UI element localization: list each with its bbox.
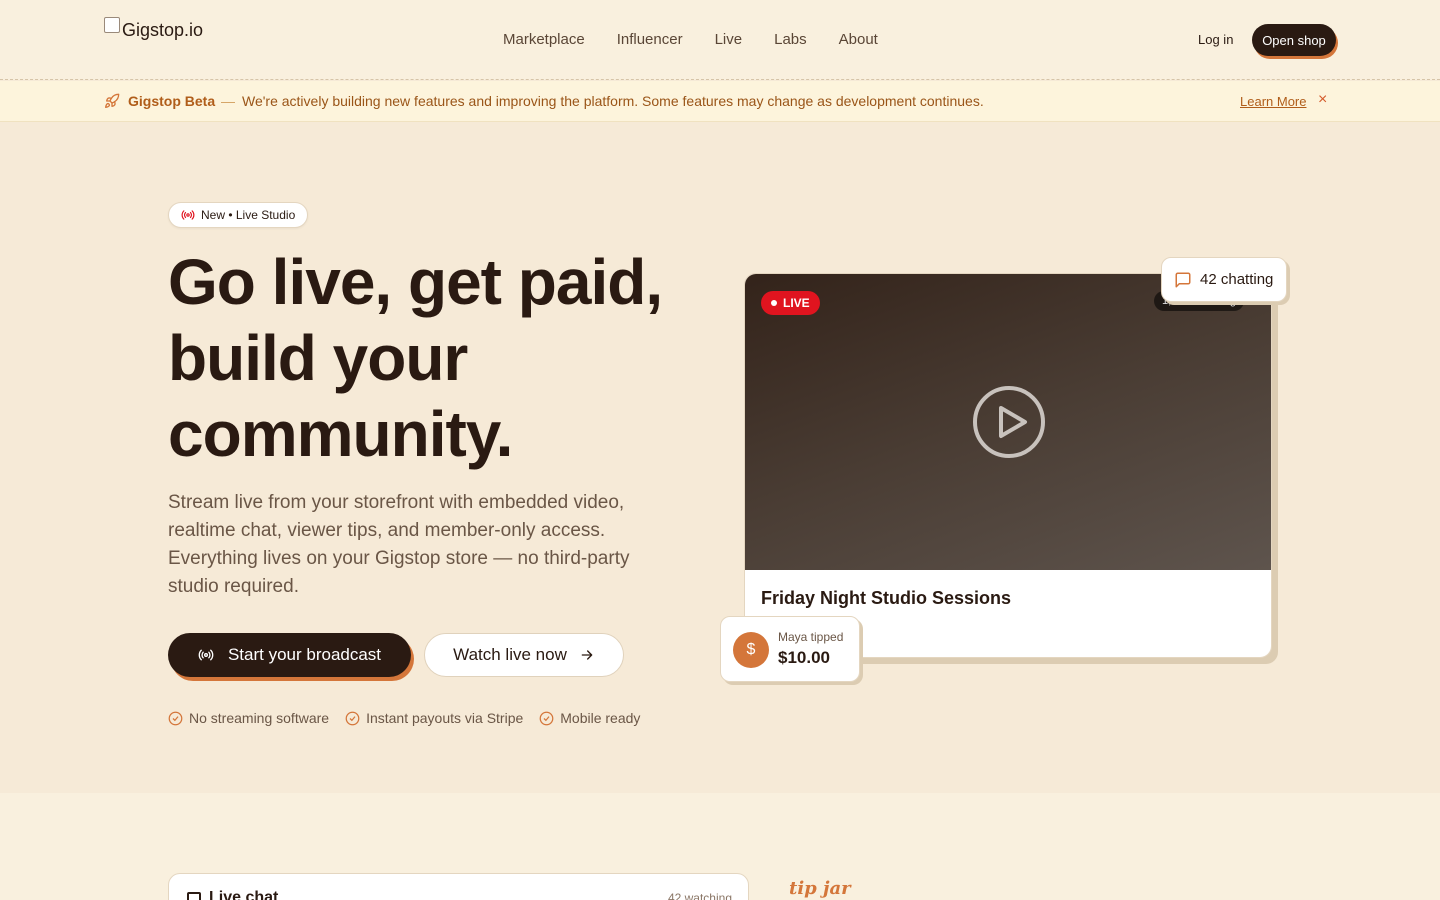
rocket-icon xyxy=(105,93,120,108)
live-video-card[interactable]: LIVE 1,284 watching Friday Night Studio … xyxy=(744,273,1272,658)
broadcast-icon xyxy=(198,649,214,661)
learn-more-link[interactable]: Learn More xyxy=(1240,94,1306,109)
hero-subtitle: Stream live from your storefront with em… xyxy=(168,492,630,597)
hero-headline: Go live, get paid, build your community. xyxy=(168,244,728,472)
broken-image-icon xyxy=(104,16,120,33)
headline-line-3: community. xyxy=(168,398,513,470)
feature-label: Mobile ready xyxy=(560,710,641,726)
nav-links: Marketplace Influencer Live Labs About xyxy=(503,31,878,48)
top-nav: Gigstop.io Marketplace Influencer Live L… xyxy=(0,0,1440,80)
start-broadcast-button[interactable]: Start your broadcast xyxy=(168,633,411,677)
check-circle-icon xyxy=(168,711,183,725)
watch-live-button[interactable]: Watch live now xyxy=(424,633,624,677)
nav-link-labs[interactable]: Labs xyxy=(774,31,807,48)
login-link[interactable]: Log in xyxy=(1198,32,1233,47)
banner-message: We're actively building new features and… xyxy=(242,93,984,109)
tip-jar-label: tip jar xyxy=(789,878,851,899)
live-chat-title: Live chat xyxy=(209,889,279,900)
play-icon[interactable] xyxy=(971,384,1047,460)
dollar-icon: $ xyxy=(733,632,769,668)
tip-amount: $10.00 xyxy=(778,648,830,667)
feature-item: Instant payouts via Stripe xyxy=(345,710,523,726)
feature-item: No streaming software xyxy=(168,710,329,726)
watch-live-label: Watch live now xyxy=(453,645,567,664)
live-chat-card: Live chat 42 watching xyxy=(168,873,749,900)
nav-link-marketplace[interactable]: Marketplace xyxy=(503,31,585,48)
arrow-right-icon xyxy=(581,650,593,660)
headline-line-2: build your xyxy=(168,322,468,394)
nav-link-influencer[interactable]: Influencer xyxy=(617,31,683,48)
feature-item: Mobile ready xyxy=(539,710,640,726)
feature-label: No streaming software xyxy=(189,710,330,726)
chatting-count: 42 chatting xyxy=(1200,271,1274,288)
tipper-name: Maya tipped xyxy=(778,630,844,644)
video-player[interactable]: LIVE 1,284 watching xyxy=(745,274,1271,570)
feature-list: No streaming software Instant payouts vi… xyxy=(168,710,640,726)
banner-dash: — xyxy=(221,93,235,109)
live-dot-icon xyxy=(771,300,777,306)
close-icon[interactable]: × xyxy=(1318,91,1327,109)
tip-notification: $ Maya tipped $10.00 xyxy=(720,616,860,682)
broadcast-icon xyxy=(181,210,195,220)
new-badge-label: New • Live Studio xyxy=(201,208,296,222)
check-circle-icon xyxy=(345,711,360,725)
nav-link-about[interactable]: About xyxy=(839,31,878,48)
stream-title: Friday Night Studio Sessions xyxy=(761,588,1012,608)
nav-link-live[interactable]: Live xyxy=(715,31,743,48)
chatting-badge: 42 chatting xyxy=(1161,257,1287,302)
live-badge: LIVE xyxy=(761,291,820,315)
open-shop-button[interactable]: Open shop xyxy=(1252,24,1336,56)
live-label: LIVE xyxy=(783,296,810,310)
logo[interactable]: Gigstop.io xyxy=(104,16,204,41)
chat-bubble-icon xyxy=(1175,272,1191,287)
logo-alt-text: Gigstop.io xyxy=(122,20,204,40)
start-broadcast-label: Start your broadcast xyxy=(227,645,382,664)
chat-icon xyxy=(187,892,201,900)
beta-banner: Gigstop Beta — We're actively building n… xyxy=(0,81,1440,122)
banner-title: Gigstop Beta xyxy=(128,93,216,109)
live-chat-watching: 42 watching xyxy=(667,891,732,900)
new-badge: New • Live Studio xyxy=(168,202,309,228)
check-circle-icon xyxy=(539,711,554,725)
feature-label: Instant payouts via Stripe xyxy=(366,710,524,726)
headline-line-1: Go live, get paid, xyxy=(168,246,663,318)
